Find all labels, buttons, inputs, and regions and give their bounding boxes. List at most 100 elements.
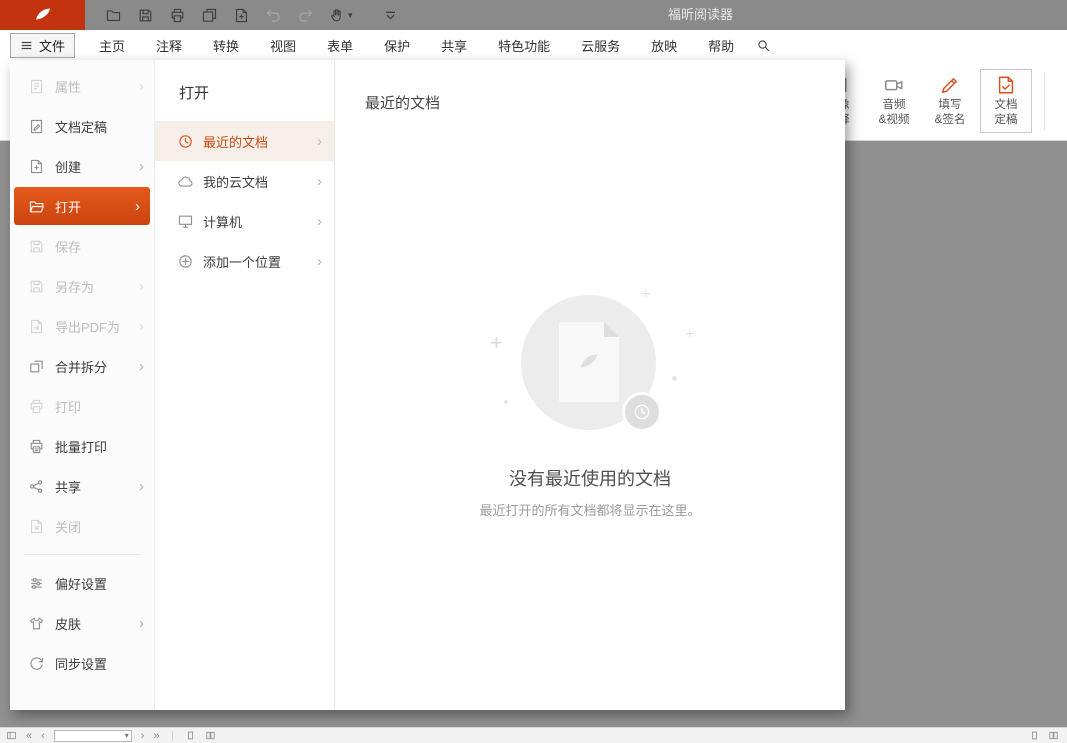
quick-access-toolbar: ▾ (105, 7, 399, 24)
open-item-recent-documents[interactable]: 最近的文档 › (155, 121, 334, 161)
add-place-icon (177, 253, 194, 270)
menu-tab-help[interactable]: 帮助 (708, 36, 734, 55)
sidebar-toggle-icon[interactable] (6, 730, 17, 741)
submenu-arrow-icon: › (139, 615, 144, 632)
search-button[interactable] (756, 37, 771, 53)
statusbar: « ‹ ▾ › » (0, 727, 1067, 743)
file-menu-item-sync-settings[interactable]: 同步设置 (10, 643, 154, 683)
print-icon[interactable] (169, 7, 186, 24)
foxit-logo-button[interactable] (0, 0, 85, 30)
file-menu-item-label: 另存为 (55, 277, 139, 296)
submenu-arrow-icon: › (139, 78, 144, 95)
file-menu-item-label: 打印 (55, 397, 144, 416)
foxit-kite-icon (30, 5, 56, 25)
menu-tab-special-features[interactable]: 特色功能 (498, 36, 550, 55)
file-menu-button-label: 文件 (39, 36, 65, 55)
next-page-button[interactable]: › (141, 729, 145, 743)
file-menu-item-batch-print[interactable]: 批量打印 (10, 426, 154, 466)
file-menu-item-merge-split[interactable]: 合并拆分 › (10, 346, 154, 386)
save-icon[interactable] (137, 7, 154, 24)
batch-print-icon (28, 438, 45, 455)
ribbon-button-audio-video[interactable]: 音频 &视频 (868, 69, 920, 133)
decor-plus-icon: + (490, 332, 503, 354)
single-page-view-icon[interactable] (185, 730, 196, 741)
file-menu-item-doc-finalize[interactable]: 文档定稿 (10, 106, 154, 146)
file-menu-item-create[interactable]: 创建 › (10, 146, 154, 186)
first-page-button[interactable]: « (26, 729, 32, 743)
page-number-combo: ▾ (54, 730, 132, 742)
page-number-input[interactable] (55, 731, 123, 741)
submenu-arrow-icon: › (317, 173, 322, 190)
document-finalize-icon (28, 118, 45, 135)
new-document-icon[interactable] (233, 7, 250, 24)
print-icon (28, 398, 45, 415)
menu-tab-comment[interactable]: 注释 (156, 36, 182, 55)
file-menu-item-skin[interactable]: 皮肤 › (10, 603, 154, 643)
open-file-icon[interactable] (105, 7, 122, 24)
facing-page-view-icon[interactable] (205, 730, 216, 741)
hand-tool-dropdown-icon[interactable]: ▾ (348, 10, 353, 21)
ribbon-group: 图像 注释 音频 &视频 填写 &签名 文档 定稿 (812, 69, 1045, 133)
file-menu-list: 属性 › 文档定稿 创建 › 打开 › 保存 另存为 › 导出PDF为 (10, 60, 155, 710)
file-menu-item-preferences[interactable]: 偏好设置 (10, 563, 154, 603)
file-menu-item-save[interactable]: 保存 (10, 226, 154, 266)
share-icon (28, 478, 45, 495)
file-menu-item-label: 批量打印 (55, 437, 144, 456)
file-menu-item-open[interactable]: 打开 › (14, 187, 150, 225)
menu-tab-slideshow[interactable]: 放映 (651, 36, 677, 55)
menu-tab-view[interactable]: 视图 (270, 36, 296, 55)
menu-tab-protect[interactable]: 保护 (384, 36, 410, 55)
file-menu-item-close[interactable]: 关闭 (10, 506, 154, 546)
customize-toolbar-icon[interactable] (382, 7, 399, 24)
foxit-kite-watermark-icon (574, 350, 604, 374)
fit-width-icon[interactable] (1048, 730, 1059, 741)
page-dropdown-icon[interactable]: ▾ (123, 731, 131, 740)
open-item-computer[interactable]: 计算机 › (155, 201, 334, 241)
menu-tab-cloud-service[interactable]: 云服务 (581, 36, 620, 55)
submenu-arrow-icon: › (317, 133, 322, 150)
ribbon-button-label: 文档 (995, 98, 1018, 113)
ribbon-separator (1044, 72, 1045, 130)
menu-tabs: 主页 注释 转换 视图 表单 保护 共享 特色功能 云服务 放映 帮助 (99, 36, 734, 55)
menu-tab-home[interactable]: 主页 (99, 36, 125, 55)
file-menu-item-label: 文档定稿 (55, 117, 144, 136)
titlebar: ▾ 福昕阅读器 (0, 0, 1067, 30)
fit-page-icon[interactable] (1029, 730, 1040, 741)
menu-tab-convert[interactable]: 转换 (213, 36, 239, 55)
menu-tab-share[interactable]: 共享 (441, 36, 467, 55)
recent-documents-panel: 最近的文档 + + + 没有最近使用的文档 最近打开的所有文档都将显示在这里。 (335, 60, 845, 710)
decor-plus-icon: + (642, 286, 650, 300)
ribbon-button-label: 音频 (883, 98, 906, 113)
open-item-label: 计算机 (203, 212, 317, 231)
submenu-arrow-icon: › (139, 278, 144, 295)
last-page-button[interactable]: » (153, 729, 159, 743)
hand-tool-button[interactable]: ▾ (329, 7, 353, 24)
open-item-add-a-place[interactable]: 添加一个位置 › (155, 241, 334, 281)
file-menu-item-share[interactable]: 共享 › (10, 466, 154, 506)
view-tools (1029, 730, 1059, 741)
file-menu-item-label: 关闭 (55, 517, 144, 536)
clock-icon (177, 133, 194, 150)
file-menu-item-save-as[interactable]: 另存为 › (10, 266, 154, 306)
open-item-my-cloud-documents[interactable]: 我的云文档 › (155, 161, 334, 201)
statusbar-separator (172, 731, 173, 741)
undo-icon[interactable] (265, 7, 282, 24)
file-menu-button[interactable]: 文件 (10, 33, 75, 58)
copy-icon[interactable] (201, 7, 218, 24)
submenu-arrow-icon: › (135, 198, 140, 215)
file-menu-item-export-pdf[interactable]: 导出PDF为 › (10, 306, 154, 346)
skin-shirt-icon (28, 615, 45, 632)
ribbon-button-doc-finalize[interactable]: 文档 定稿 (980, 69, 1032, 133)
file-menu-item-print[interactable]: 打印 (10, 386, 154, 426)
ribbon-button-fill-sign[interactable]: 填写 &签名 (924, 69, 976, 133)
open-folder-icon (28, 198, 45, 215)
menu-tab-form[interactable]: 表单 (327, 36, 353, 55)
window-title: 福昕阅读器 (668, 0, 733, 30)
redo-icon[interactable] (297, 7, 314, 24)
prev-page-button[interactable]: ‹ (41, 729, 45, 743)
merge-split-icon (28, 358, 45, 375)
file-menu-item-label: 属性 (55, 77, 139, 96)
file-menu-item-properties[interactable]: 属性 › (10, 66, 154, 106)
file-menu-item-label: 皮肤 (55, 614, 139, 633)
recent-documents-title: 最近的文档 (335, 60, 845, 113)
